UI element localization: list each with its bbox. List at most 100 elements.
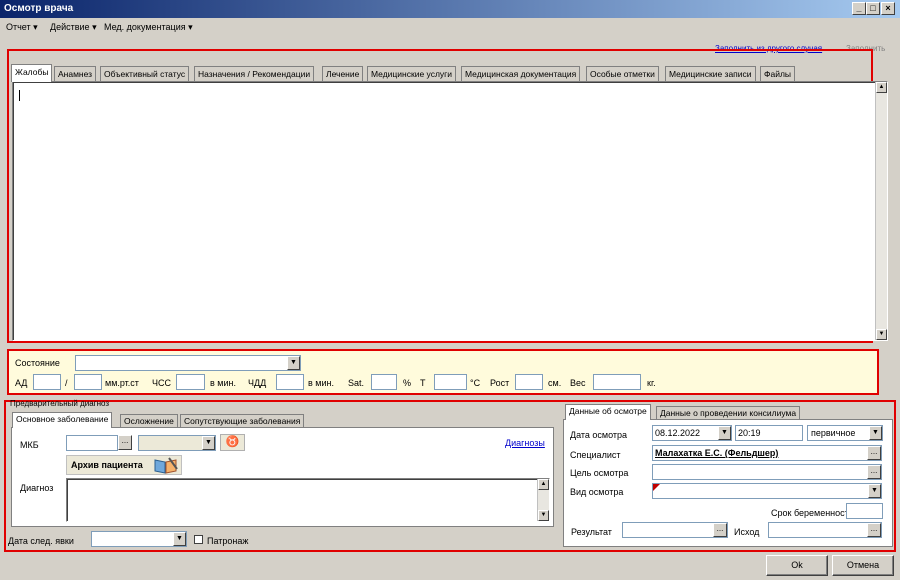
chevron-down-icon[interactable]: ▼: [202, 436, 215, 450]
weight-unit: кг.: [647, 378, 656, 388]
exam-time-value: 20:19: [738, 428, 761, 438]
menu-report[interactable]: Отчет ▾: [6, 22, 38, 33]
text-cursor: [19, 90, 20, 101]
scroll-down-icon[interactable]: ▼: [538, 510, 549, 521]
kind-select[interactable]: ▼: [652, 483, 882, 499]
patronage-checkbox[interactable]: [194, 535, 203, 544]
purpose-label: Цель осмотра: [570, 468, 629, 478]
next-visit-label: Дата след. явки: [8, 536, 74, 546]
tab-medical-records[interactable]: Медицинские записи: [665, 66, 756, 81]
specialist-browse-button[interactable]: ...: [867, 446, 881, 460]
bp-systolic-input[interactable]: [33, 374, 61, 390]
required-marker-icon: [653, 484, 660, 491]
tab-special-notes[interactable]: Особые отметки: [586, 66, 659, 81]
diagnosis-scrollbar[interactable]: ▲ ▼: [537, 479, 549, 521]
tab-files[interactable]: Файлы: [760, 66, 796, 81]
mkb-label: МКБ: [20, 440, 39, 450]
mkb-detail-select[interactable]: ▼: [138, 435, 216, 451]
resp-rate-input[interactable]: [276, 374, 304, 390]
tab-comorbidities[interactable]: Сопутствующие заболевания: [180, 414, 305, 428]
chevron-down-icon[interactable]: ▼: [718, 426, 731, 440]
tab-complication[interactable]: Осложнение: [120, 414, 178, 428]
specialist-value: Малахатка Е.С. (Фельдшер): [655, 448, 779, 458]
result-input[interactable]: ...: [622, 522, 728, 538]
heart-rate-input[interactable]: [176, 374, 205, 390]
scroll-down-icon[interactable]: ▼: [876, 329, 887, 340]
specialist-input[interactable]: Малахатка Е.С. (Фельдшер) ...: [652, 445, 882, 461]
purpose-browse-button[interactable]: ...: [867, 465, 881, 479]
temp-unit: °С: [470, 378, 481, 388]
patient-archive-button[interactable]: Архив пациента: [66, 455, 182, 475]
ad-unit: мм.рт.ст: [105, 378, 139, 388]
tab-exam-data[interactable]: Данные об осмотре: [565, 404, 651, 420]
height-input[interactable]: [515, 374, 543, 390]
close-icon[interactable]: ×: [881, 2, 895, 15]
outcome-label: Исход: [734, 527, 760, 537]
next-visit-date-input[interactable]: ▼: [91, 531, 187, 547]
exam-time-input[interactable]: 20:19: [735, 425, 803, 441]
exam-date-value: 08.12.2022: [655, 428, 701, 438]
tab-treatment[interactable]: Лечение: [322, 66, 364, 81]
exam-type-select[interactable]: первичное ▼: [807, 425, 883, 441]
mkb-code-input[interactable]: [66, 435, 118, 451]
menu-bar: Отчет ▾ Действие ▾ Мед. документация ▾: [0, 18, 900, 36]
ad-separator: /: [65, 378, 68, 388]
outcome-browse-button[interactable]: ...: [867, 523, 881, 537]
tab-medical-documentation[interactable]: Медицинская документация: [461, 66, 581, 81]
complaints-textarea[interactable]: ▲ ▼: [12, 81, 888, 341]
tab-complaints[interactable]: Жалобы: [11, 64, 53, 82]
outcome-input[interactable]: ...: [768, 522, 882, 538]
weight-label: Вес: [570, 378, 586, 388]
cancel-button[interactable]: Отмена: [832, 555, 894, 576]
result-browse-button[interactable]: ...: [713, 523, 727, 537]
diagnosis-textarea[interactable]: ▲ ▼: [66, 478, 550, 522]
rr-unit: в мин.: [308, 378, 334, 388]
chevron-down-icon[interactable]: ▼: [869, 426, 882, 440]
book-icon: [154, 457, 178, 474]
diagnosis-group-title: Предварительный диагноз: [10, 399, 110, 408]
tab-consilium-data[interactable]: Данные о проведении консилиума: [656, 406, 801, 420]
diagnoses-link[interactable]: Диагнозы: [505, 438, 545, 448]
exam-type-value: первичное: [811, 428, 856, 438]
chevron-down-icon[interactable]: ▼: [173, 532, 186, 546]
condition-label: Состояние: [15, 358, 60, 368]
saturation-input[interactable]: [371, 374, 397, 390]
specialist-label: Специалист: [570, 450, 621, 460]
bp-diastolic-input[interactable]: [74, 374, 102, 390]
menu-med-docs[interactable]: Мед. документация ▾: [104, 22, 193, 33]
height-label: Рост: [490, 378, 510, 388]
complaints-scrollbar[interactable]: ▲ ▼: [875, 82, 887, 340]
ribbon-icon[interactable]: ♉: [220, 434, 245, 451]
mkb-browse-button[interactable]: ...: [118, 435, 132, 450]
exam-date-label: Дата осмотра: [570, 430, 628, 440]
tab-medical-services[interactable]: Медицинские услуги: [367, 66, 457, 81]
menu-action[interactable]: Действие ▾: [50, 22, 97, 33]
chevron-down-icon[interactable]: ▼: [287, 356, 300, 370]
result-label: Результат: [571, 527, 612, 537]
pregnancy-input[interactable]: [846, 503, 883, 519]
sat-unit: %: [403, 378, 412, 388]
tab-objective-status[interactable]: Объективный статус: [100, 66, 190, 81]
exam-date-input[interactable]: 08.12.2022 ▼: [652, 425, 732, 441]
sat-label: Sat.: [348, 378, 365, 388]
minimize-icon[interactable]: _: [852, 2, 866, 15]
diagnosis-label: Диагноз: [20, 483, 54, 493]
scroll-up-icon[interactable]: ▲: [876, 82, 887, 93]
tab-prescriptions[interactable]: Назначения / Рекомендации: [194, 66, 315, 81]
condition-select[interactable]: ▼: [75, 355, 301, 371]
temperature-input[interactable]: [434, 374, 467, 390]
ad-label: АД: [15, 378, 28, 388]
tab-anamnesis[interactable]: Анамнез: [54, 66, 97, 81]
chevron-down-icon[interactable]: ▼: [868, 484, 881, 498]
weight-input[interactable]: [593, 374, 641, 390]
scroll-up-icon[interactable]: ▲: [538, 479, 549, 490]
purpose-input[interactable]: ...: [652, 464, 882, 480]
pregnancy-label: Срок беременности: [771, 508, 854, 518]
maximize-icon[interactable]: □: [866, 2, 880, 15]
ok-button[interactable]: Ok: [766, 555, 828, 576]
window-title: Осмотр врача: [0, 0, 900, 18]
tab-main-disease[interactable]: Основное заболевание: [12, 412, 113, 428]
rr-label: ЧДД: [248, 378, 267, 388]
temp-label: Т: [420, 378, 426, 388]
patronage-label: Патронаж: [207, 536, 249, 546]
